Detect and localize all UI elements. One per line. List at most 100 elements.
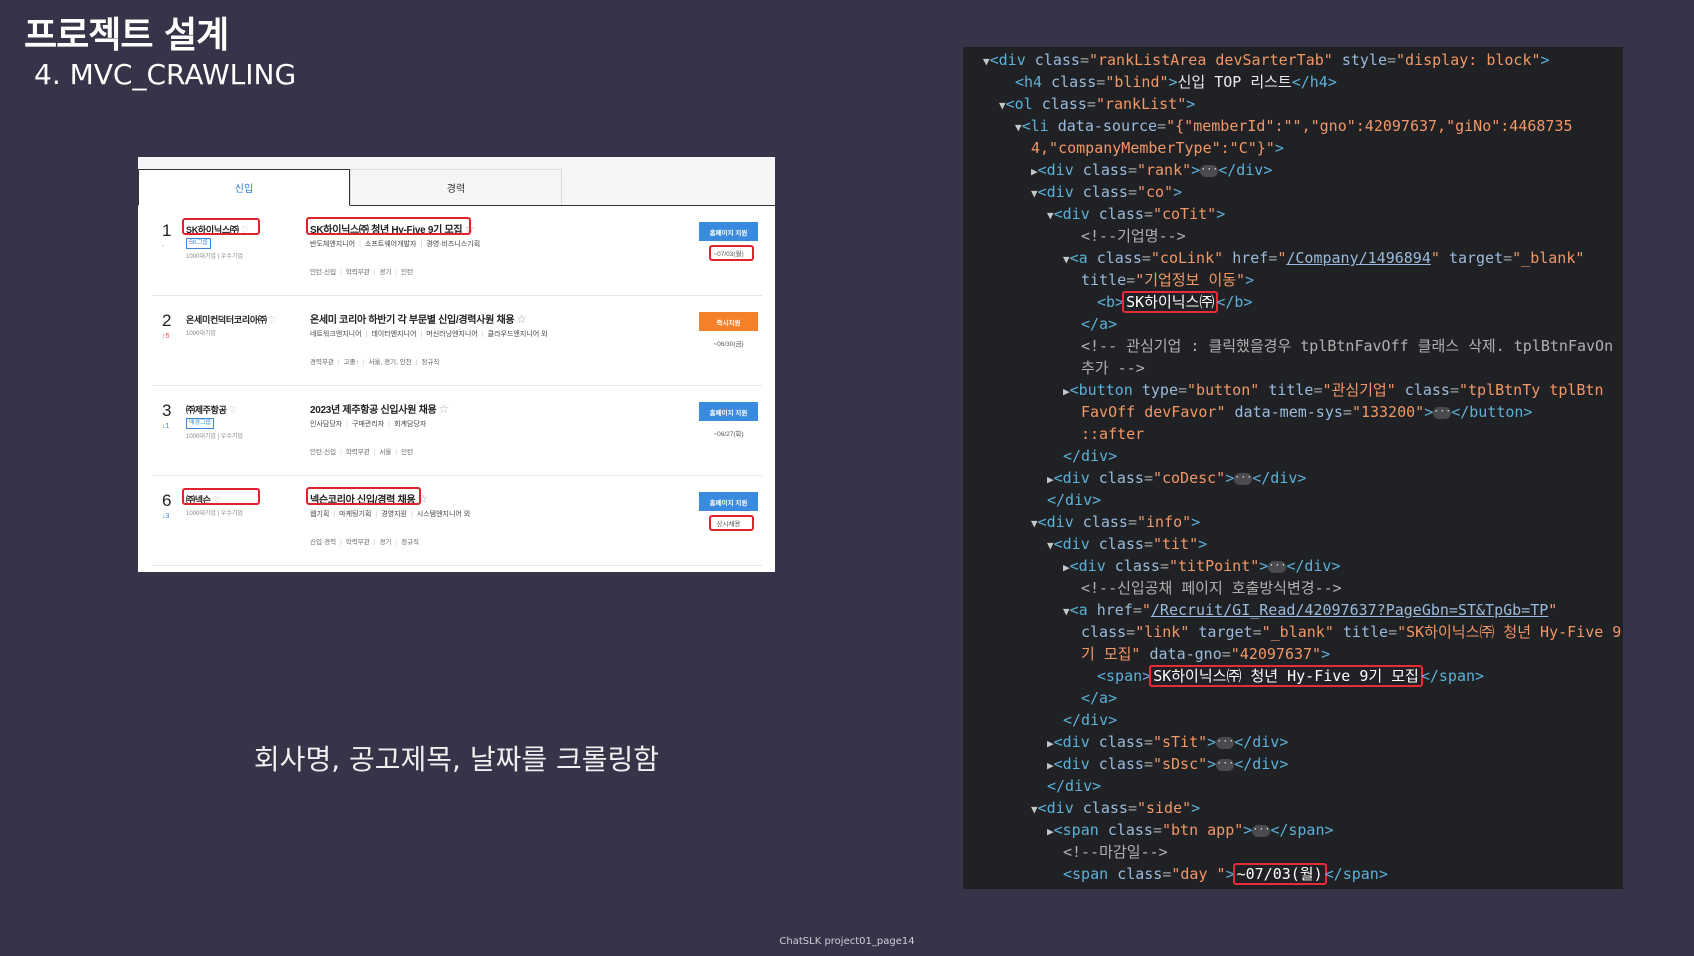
caret-right-icon[interactable]: ▶	[1047, 473, 1054, 486]
job-row[interactable]: 2 ↑5 온세미컨덕터코리아㈜ ♡ 1000대기업 온세미 코리아 하반기 각 부…	[152, 295, 762, 386]
slide-title: 프로젝트 설계	[24, 15, 229, 56]
slide-caption: 회사명, 공고제목, 날짜를 크롤링함	[253, 743, 660, 776]
ellipsis-icon[interactable]: ···	[1216, 736, 1234, 749]
caret-down-icon[interactable]: ▼	[1015, 121, 1022, 134]
code-line[interactable]: ▼<a href="/Recruit/GI_Read/42097637?Page…	[1063, 600, 1557, 620]
code-line: <!--신입공채 페이지 호출방식변경-->	[1081, 579, 1342, 597]
highlight-box	[306, 217, 471, 235]
company-meta: 1000대기업 | 우수기업	[186, 511, 243, 517]
code-line[interactable]: ▶<div class="sTit">···</div>	[1047, 732, 1288, 752]
group-tag: SK그룹	[186, 238, 212, 249]
caret-down-icon[interactable]: ▼	[983, 55, 990, 68]
apply-button[interactable]: 홈페이지 지원	[699, 402, 758, 421]
recruit-link[interactable]: /Recruit/GI_Read/42097637?PageGbn=ST&TpG…	[1151, 601, 1548, 619]
caret-right-icon[interactable]: ▶	[1031, 165, 1038, 178]
highlighted-company-name: SK하이닉스㈜	[1122, 291, 1219, 313]
job-row[interactable]: 3 ↓1 ㈜제주항공 ♡ 애경그룹 1000대기업 | 우수기업 2023년 제주…	[152, 385, 762, 476]
code-line[interactable]: ▼<div class="info">	[1031, 512, 1200, 532]
ellipsis-icon[interactable]: ···	[1433, 406, 1451, 419]
star-icon[interactable]: ☆	[516, 312, 527, 326]
code-line: FavOff devFavor" data-mem-sys="133200">·…	[1081, 403, 1533, 421]
job-row[interactable]: 1 - SK하이닉스㈜ ♡ SK그룹 1000대기업 | 우수기업 SK하이닉스㈜…	[152, 205, 762, 296]
caret-right-icon[interactable]: ▶	[1047, 825, 1054, 838]
highlight-box	[709, 245, 754, 261]
ellipsis-icon[interactable]: ···	[1268, 560, 1286, 573]
job-categories: 인사담당자 | 구매관리자 | 회계담당자	[310, 421, 427, 428]
highlight-box	[182, 488, 260, 505]
code-line[interactable]: <h4 class="blind">신입 TOP 리스트</h4>	[1015, 72, 1337, 92]
ellipsis-icon[interactable]: ···	[1234, 472, 1252, 485]
code-line[interactable]: ▼<a class="coLink" href="/Company/149689…	[1063, 248, 1584, 268]
code-line: 4,"companyMemberType":"C"}">	[1031, 139, 1284, 157]
caret-down-icon[interactable]: ▼	[1047, 209, 1054, 222]
caret-down-icon[interactable]: ▼	[999, 99, 1006, 112]
caret-down-icon[interactable]: ▼	[1031, 517, 1038, 530]
code-line: title="기업정보 이동">	[1081, 271, 1255, 289]
highlighted-job-title: SK하이닉스㈜ 청년 Hy-Five 9기 모집	[1149, 665, 1423, 687]
apply-button[interactable]: 홈페이지 지원	[699, 492, 758, 511]
code-line[interactable]: <b> SK하이닉스㈜ </b>	[1097, 291, 1252, 313]
code-line: </div>	[1047, 491, 1102, 509]
job-row[interactable]: 6 ↓3 ㈜넥슨 ♡ 1000대기업 | 우수기업 넥슨코리아 신입/경력 채용 ☆…	[152, 475, 762, 566]
apply-button[interactable]: 홈페이지 지원	[699, 222, 758, 241]
job-title[interactable]: 2023년 제주항공 신입사원 채용 ☆	[310, 401, 449, 416]
job-conditions: 경력무관 | 고졸↑ | 서울, 경기, 인천 | 정규직	[310, 359, 440, 366]
instant-apply-button[interactable]: 즉시지원	[699, 312, 758, 331]
code-line: <!--기업명-->	[1081, 227, 1186, 245]
caret-down-icon[interactable]: ▼	[1063, 605, 1070, 618]
code-line[interactable]: ▼<div class="coTit">	[1047, 204, 1225, 224]
code-line[interactable]: ▶<div class="titPoint">···</div>	[1063, 556, 1341, 576]
star-icon[interactable]: ☆	[438, 402, 449, 416]
rank-change: ↓1	[162, 423, 170, 430]
rank-change: ↑5	[162, 333, 170, 340]
company-link[interactable]: /Company/1496894	[1286, 249, 1431, 267]
code-line: </div>	[1047, 777, 1102, 795]
code-line[interactable]: ::after	[1081, 424, 1144, 444]
code-line[interactable]: ▶<button type="button" title="관심기업" clas…	[1063, 380, 1603, 400]
code-line[interactable]: ▶<div class="coDesc">···</div>	[1047, 468, 1306, 488]
caret-right-icon[interactable]: ▶	[1063, 561, 1070, 574]
code-line[interactable]: <span class="day "> ~07/03(월) </span>	[1063, 863, 1388, 885]
company-meta: 1000대기업 | 우수기업	[186, 434, 243, 440]
job-title[interactable]: 온세미 코리아 하반기 각 부문별 신입/경력사원 채용 ☆	[310, 311, 527, 326]
caret-right-icon[interactable]: ▶	[1063, 385, 1070, 398]
code-line[interactable]: ▼<ol class="rankList">	[999, 94, 1195, 114]
tab-experienced[interactable]: 경력	[350, 169, 562, 205]
company-name[interactable]: 온세미컨덕터코리아㈜ ♡	[186, 313, 277, 326]
caret-down-icon[interactable]: ▼	[1063, 253, 1070, 266]
company-name[interactable]: ㈜제주항공 ♡	[186, 403, 237, 416]
code-line[interactable]: ▼<div class="co">	[1031, 182, 1182, 202]
job-conditions: 인턴·신입 | 학력무관 | 서울 | 인턴	[310, 449, 414, 456]
caret-right-icon[interactable]: ▶	[1047, 759, 1054, 772]
code-line[interactable]: ▼<div class="tit">	[1047, 534, 1207, 554]
code-line[interactable]: ▶<span class="btn app">···</span>	[1047, 820, 1334, 840]
code-line[interactable]: <span> SK하이닉스㈜ 청년 Hy-Five 9기 모집 </span>	[1097, 665, 1484, 687]
job-categories: 반도체엔지니어 | 소프트웨어개발자 | 경영·비즈니스기획	[310, 241, 481, 248]
code-line: </a>	[1081, 315, 1118, 333]
caret-right-icon[interactable]: ▶	[1047, 737, 1054, 750]
code-line[interactable]: ▼<li data-source="{"memberId":"","gno":4…	[1015, 116, 1573, 136]
caret-down-icon[interactable]: ▼	[1031, 187, 1038, 200]
job-listing-screenshot: 신입 경력 1 - SK하이닉스㈜ ♡ SK그룹 1000대기업 | 우수기업 S…	[138, 157, 775, 572]
caret-down-icon[interactable]: ▼	[1031, 803, 1038, 816]
heart-icon[interactable]: ♡	[229, 405, 237, 415]
rank-change: -	[162, 243, 165, 250]
rank-change: ↓3	[162, 513, 170, 520]
code-line: </div>	[1063, 711, 1118, 729]
code-line[interactable]: ▼<div class="side">	[1031, 798, 1200, 818]
ellipsis-icon[interactable]: ···	[1200, 164, 1218, 177]
code-line: </div>	[1063, 447, 1118, 465]
ellipsis-icon[interactable]: ···	[1216, 758, 1234, 771]
code-line[interactable]: ▼<div class="rankListArea devSarterTab" …	[983, 50, 1550, 70]
code-line[interactable]: ▶<div class="rank">···</div>	[1031, 160, 1272, 180]
slide-footer: ChatSLK project01_page14	[779, 936, 915, 947]
code-line[interactable]: ▶<div class="sDsc">···</div>	[1047, 754, 1288, 774]
highlight-box	[306, 487, 421, 505]
code-line: <!-- 관심기업 : 클릭했을경우 tplBtnFavOff 클래스 삭제. …	[1081, 337, 1614, 355]
caret-down-icon[interactable]: ▼	[1047, 539, 1054, 552]
ellipsis-icon[interactable]: ···	[1252, 824, 1270, 837]
tab-newcomer[interactable]: 신입	[138, 169, 350, 206]
company-meta: 1000대기업	[186, 331, 216, 337]
deadline: ~06/30(금)	[713, 341, 744, 348]
heart-icon[interactable]: ♡	[269, 315, 277, 325]
